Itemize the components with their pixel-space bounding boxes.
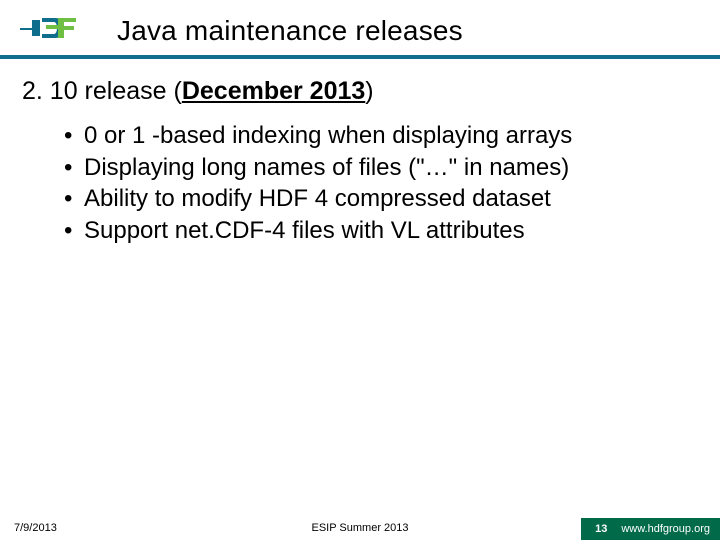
footer-date: 7/9/2013: [14, 522, 57, 534]
release-date: December 2013: [182, 77, 365, 105]
release-heading: 2. 10 release (December 2013): [22, 77, 698, 106]
slide-content: 2. 10 release (December 2013) 0 or 1 -ba…: [0, 59, 720, 247]
slide-title: Java maintenance releases: [117, 15, 463, 47]
hdf-logo: [18, 10, 82, 49]
page-number: 13: [595, 523, 607, 535]
footer-center: ESIP Summer 2013: [311, 522, 408, 534]
list-item: Displaying long names of files ("…" in n…: [64, 152, 698, 184]
release-suffix: ): [365, 77, 373, 105]
release-prefix: 2. 10 release (: [22, 77, 182, 105]
slide-footer: 7/9/2013 ESIP Summer 2013 13 www.hdfgrou…: [0, 516, 720, 540]
list-item: Support net.CDF-4 files with VL attribut…: [64, 215, 698, 247]
slide-header: Java maintenance releases: [0, 0, 720, 49]
list-item: Ability to modify HDF 4 compressed datas…: [64, 183, 698, 215]
list-item: 0 or 1 -based indexing when displaying a…: [64, 120, 698, 152]
bullet-list: 0 or 1 -based indexing when displaying a…: [22, 120, 698, 247]
footer-right-badge: 13 www.hdfgroup.org: [581, 518, 720, 540]
footer-url: www.hdfgroup.org: [621, 523, 710, 535]
